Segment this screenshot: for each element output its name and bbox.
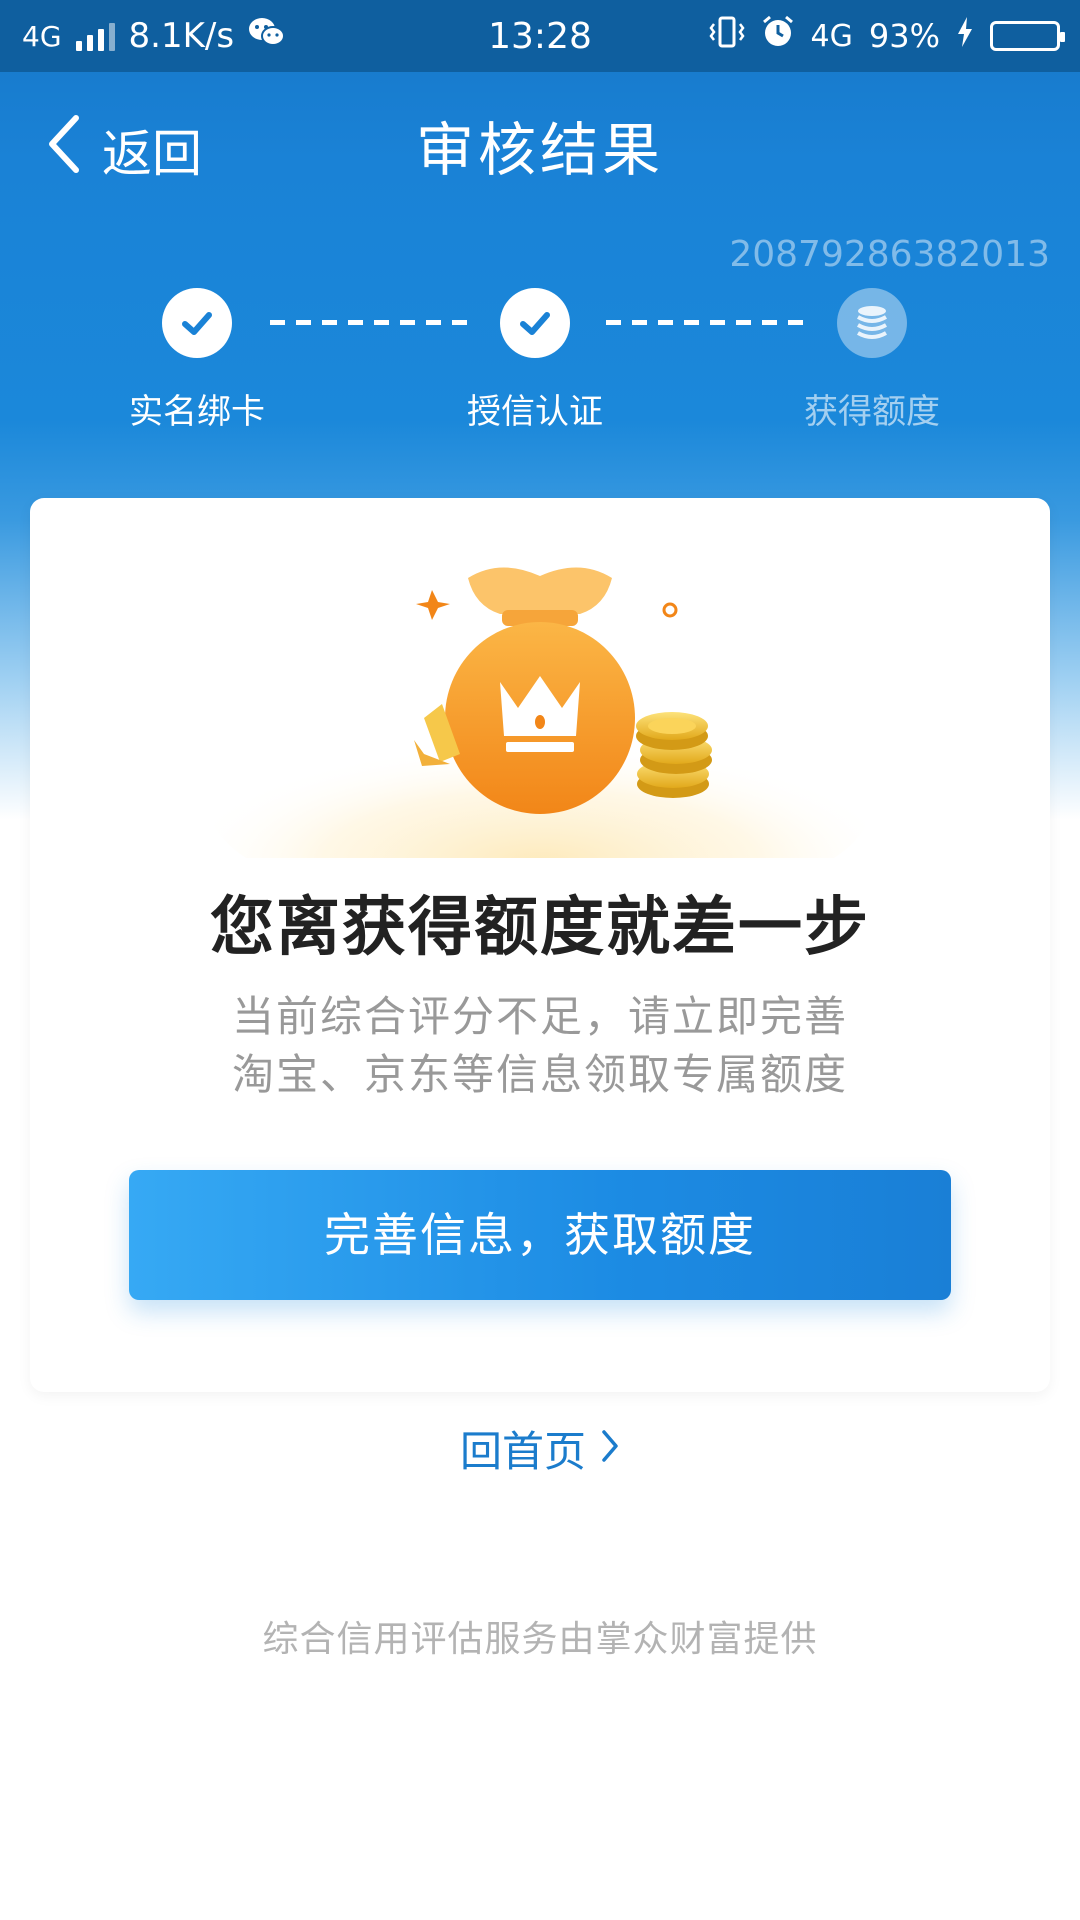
result-headline: 您离获得额度就差一步	[210, 891, 870, 965]
page-title: 审核结果	[415, 116, 664, 184]
description-line-1: 当前综合评分不足，请立即完善	[231, 992, 848, 1041]
complete-info-button[interactable]: 完善信息，获取额度	[129, 1170, 951, 1300]
step-connector-2	[606, 320, 803, 326]
charging-icon	[956, 17, 974, 55]
back-to-home-link[interactable]: 回首页	[0, 1418, 1080, 1479]
description-line-2: 淘宝、京东等信息领取专属额度	[231, 1050, 848, 1099]
network-type-secondary: 4G	[810, 18, 853, 54]
chevron-right-icon	[600, 1424, 620, 1473]
order-id: 20879286382013	[729, 234, 1050, 275]
battery-percent: 93%	[868, 17, 940, 55]
step-2-check-icon	[500, 288, 570, 358]
step-connector-1	[270, 320, 467, 326]
step-3-label: 获得额度	[804, 392, 940, 432]
service-provider-note: 综合信用评估服务由掌众财富提供	[262, 1619, 818, 1660]
step-1-check-icon	[162, 288, 232, 358]
alarm-icon	[761, 15, 795, 57]
vibrate-icon	[708, 15, 745, 57]
step-2-label: 授信认证	[467, 392, 603, 432]
money-bag-illustration	[210, 558, 870, 918]
status-bar: 4G 8.1K/s 13:28 4G 93%	[0, 0, 1080, 72]
nav-bar: 返回 审核结果	[0, 72, 1080, 228]
step-1-label: 实名绑卡	[129, 392, 265, 432]
progress-steps: 实名绑卡 授信认证 获得额度	[0, 284, 1080, 444]
review-result-screen: 4G 8.1K/s 13:28 4G 93% 返回 审核结果 208792863…	[0, 0, 1080, 1920]
status-right: 4G 93%	[708, 0, 1065, 72]
home-link-label: 回首页	[459, 1427, 586, 1476]
battery-icon	[990, 21, 1065, 51]
step-3-coin-stack-icon	[837, 288, 907, 358]
result-card: 您离获得额度就差一步 当前综合评分不足，请立即完善 淘宝、京东等信息领取专属额度…	[30, 498, 1050, 1392]
result-description: 当前综合评分不足，请立即完善 淘宝、京东等信息领取专属额度	[30, 988, 1050, 1104]
